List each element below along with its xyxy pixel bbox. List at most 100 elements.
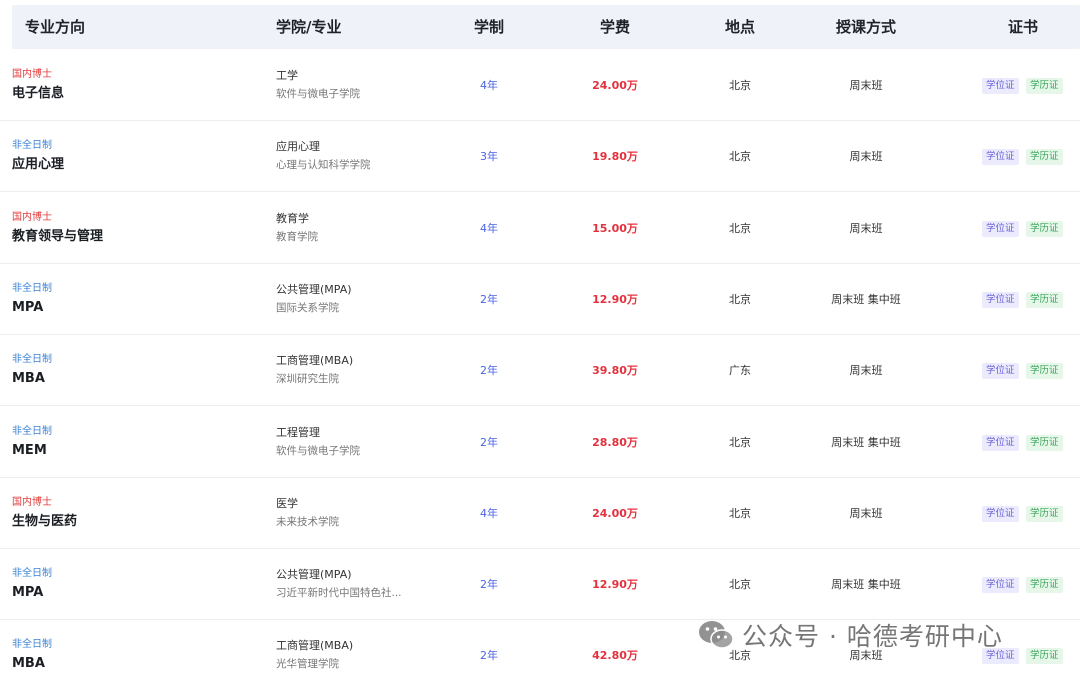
program-table: 专业方向 学院/专业 学制 学费 地点 授课方式 证书 国内博士 电子信息 工学 软件…: [0, 0, 1080, 678]
table-row[interactable]: 国内博士 生物与医药 医学 未来技术学院 4年 24.00万 北京 周末班 学位证 学历证: [0, 478, 1080, 549]
school-name: 心理与认知科学学院: [276, 159, 371, 172]
teaching-mode: 周末班 集中班: [831, 578, 901, 592]
location: 北京: [729, 79, 751, 92]
program-type-tag: 非全日制: [12, 639, 52, 651]
tuition-fee: 42.80万: [592, 649, 638, 663]
location: 北京: [729, 292, 751, 306]
location: 北京: [729, 221, 751, 235]
program-name: 工商管理(MBA): [276, 639, 354, 653]
header-years: 学制: [474, 18, 505, 36]
major-name: 生物与医药: [12, 513, 78, 529]
major-name: MBA: [12, 371, 45, 387]
education-cert-badge: 学历证: [1026, 149, 1063, 166]
program-name: 工学: [276, 69, 298, 82]
study-years: 2年: [480, 435, 498, 449]
program-name: 工程管理: [276, 425, 320, 439]
major-name: 教育领导与管理: [12, 228, 104, 244]
location: 广东: [729, 364, 751, 378]
header-program: 学院/专业: [276, 18, 342, 36]
school-name: 软件与微电子学院: [276, 88, 360, 100]
program-name: 工商管理(MBA): [276, 354, 354, 368]
degree-cert-badge: 学位证: [982, 149, 1019, 166]
major-name: MBA: [12, 656, 45, 672]
header-mode: 授课方式: [836, 18, 897, 36]
tuition-fee: 39.80万: [592, 364, 638, 378]
header-direction: 专业方向: [25, 18, 86, 36]
tuition-fee: 15.00万: [592, 221, 638, 235]
tuition-fee: 19.80万: [592, 150, 638, 164]
major-name: 应用心理: [12, 157, 65, 173]
school-name: 光华管理学院: [276, 658, 339, 671]
program-type-tag: 非全日制: [12, 282, 52, 294]
study-years: 4年: [480, 506, 498, 520]
program-type-tag: 国内博士: [12, 211, 52, 223]
education-cert-badge: 学历证: [1026, 291, 1063, 308]
tuition-fee: 12.90万: [592, 292, 638, 306]
study-years: 2年: [480, 364, 498, 378]
location: 北京: [729, 578, 751, 592]
degree-cert-badge: 学位证: [982, 434, 1019, 451]
education-cert-badge: 学历证: [1026, 78, 1063, 94]
major-name: MPA: [12, 299, 44, 315]
education-cert-badge: 学历证: [1026, 363, 1063, 380]
watermark-text: 公众号 · 哈德考研中心: [742, 622, 1003, 651]
table-row[interactable]: 非全日制 应用心理 应用心理 心理与认知科学学院 3年 19.80万 北京 周末班 学位证 学历证: [0, 121, 1080, 193]
watermark: 公众号 · 哈德考研中心: [696, 615, 1056, 655]
table-row[interactable]: 非全日制 MPA 公共管理(MPA) 习近平新时代中国特色社... 2年 12.90万 北京…: [0, 549, 1080, 621]
location: 北京: [729, 506, 751, 520]
program-name: 公共管理(MPA): [276, 568, 352, 582]
program-type-tag: 非全日制: [12, 140, 52, 152]
teaching-mode: 周末班: [849, 221, 883, 235]
tuition-fee: 28.80万: [592, 435, 638, 449]
school-name: 习近平新时代中国特色社...: [276, 587, 402, 600]
table-row[interactable]: 非全日制 MPA 公共管理(MPA) 国际关系学院 2年 12.90万 北京 周末班 集中班 学…: [0, 264, 1080, 335]
location: 北京: [729, 435, 751, 449]
program-name: 医学: [276, 496, 298, 510]
degree-cert-badge: 学位证: [982, 78, 1019, 94]
teaching-mode: 周末班: [849, 364, 883, 378]
study-years: 3年: [480, 150, 498, 164]
table-row[interactable]: 非全日制 MEM 工程管理软件与微电子学院 2年 28.80万 北京 周末班 集中班 学位证学…: [0, 407, 1080, 478]
major-name: 电子信息: [12, 86, 65, 101]
degree-cert-badge: 学位证: [982, 577, 1019, 594]
teaching-mode: 周末班: [849, 150, 883, 164]
header-cert: 证书: [1008, 18, 1039, 36]
tuition-fee: 24.00万: [592, 79, 638, 92]
study-years: 2年: [480, 578, 498, 592]
program-type-tag: 非全日制: [12, 568, 52, 580]
tuition-fee: 24.00万: [592, 506, 638, 520]
table-row[interactable]: 国内博士电子信息 工学软件与微电子学院 4年 24.00万 北京 周末班 学位证 学历证: [0, 50, 1080, 121]
degree-cert-badge: 学位证: [982, 220, 1019, 237]
program-name: 应用心理: [276, 140, 320, 154]
school-name: 未来技术学院: [276, 515, 339, 528]
teaching-mode: 周末班: [849, 506, 883, 520]
school-name: 软件与微电子学院: [276, 444, 360, 457]
education-cert-badge: 学历证: [1026, 434, 1063, 451]
header-location: 地点: [725, 18, 756, 36]
table-row[interactable]: 非全日制 MBA 工商管理(MBA) 深圳研究生院 2年 39.80万 广东 周末班 学位证 学历…: [0, 335, 1080, 407]
school-name: 深圳研究生院: [276, 373, 339, 386]
study-years: 2年: [480, 649, 498, 663]
program-type-tag: 国内博士: [12, 496, 52, 508]
education-cert-badge: 学历证: [1026, 220, 1063, 237]
program-type-tag: 非全日制: [12, 354, 52, 366]
degree-cert-badge: 学位证: [982, 291, 1019, 308]
study-years: 4年: [480, 79, 498, 92]
program-name: 公共管理(MPA): [276, 282, 352, 296]
program-type-tag: 国内博士: [12, 69, 52, 80]
school-name: 国际关系学院: [276, 301, 339, 314]
location: 北京: [729, 150, 751, 164]
table-header: 专业方向 学院/专业 学制 学费 地点 授课方式 证书: [12, 5, 1080, 49]
study-years: 4年: [480, 221, 498, 235]
table-row[interactable]: 国内博士 教育领导与管理 教育学 教育学院 4年 15.00万 北京 周末班 学位证 学历证: [0, 193, 1080, 264]
tuition-fee: 12.90万: [592, 578, 638, 592]
program-type-tag: 非全日制: [12, 425, 52, 437]
school-name: 教育学院: [276, 230, 318, 243]
major-name: MEM: [12, 442, 47, 458]
teaching-mode: 周末班 集中班: [831, 435, 901, 449]
major-name: MPA: [12, 585, 44, 601]
education-cert-badge: 学历证: [1026, 577, 1063, 594]
degree-cert-badge: 学位证: [982, 505, 1019, 522]
teaching-mode: 周末班: [849, 79, 883, 92]
teaching-mode: 周末班 集中班: [831, 292, 901, 306]
